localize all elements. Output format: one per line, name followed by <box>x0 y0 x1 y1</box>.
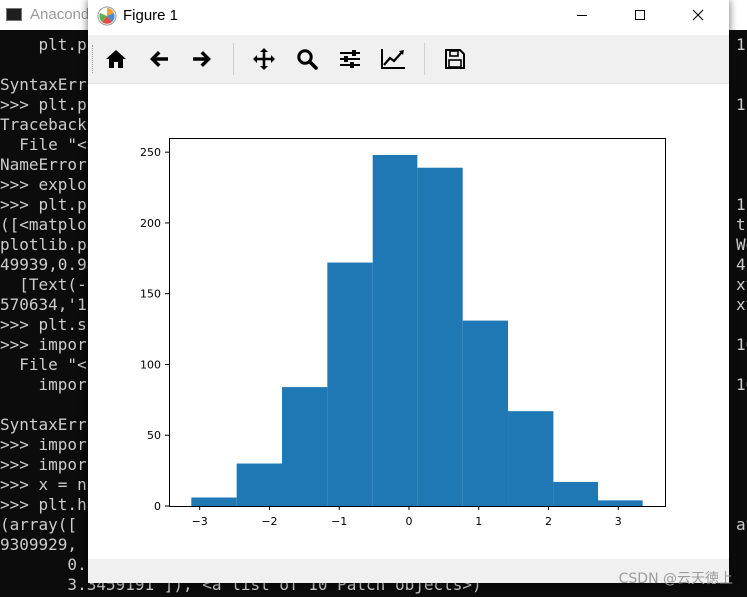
histogram-bar <box>508 411 554 506</box>
x-tick-label: −1 <box>331 515 347 528</box>
console-line: >>> impor <box>0 455 87 474</box>
search-icon <box>297 49 318 70</box>
x-tick-label: −2 <box>261 515 277 528</box>
console-line: >>> plt.p <box>0 95 87 114</box>
figure-titlebar[interactable]: Figure 1 <box>88 0 729 32</box>
console-line: File "< <box>0 355 87 374</box>
save-button[interactable] <box>440 45 470 73</box>
console-line: (array([ <box>0 515 87 534</box>
console-line: impor <box>0 375 87 394</box>
histogram-bar <box>236 463 283 506</box>
figure-canvas[interactable]: −3 −2 −1 0 1 2 3 0 50 100 150 200 250 <box>88 84 729 559</box>
minimize-button[interactable] <box>559 0 605 30</box>
y-tick-label: 250 <box>140 146 161 159</box>
console-line: >>> x = np <box>0 475 97 494</box>
console-line-overflow: tc <box>736 215 747 234</box>
save-icon <box>445 49 465 69</box>
arrow-right-icon <box>193 51 211 67</box>
figure-title: Figure 1 <box>123 7 179 24</box>
back-button[interactable] <box>144 45 174 73</box>
histogram-bar <box>191 497 237 506</box>
console-line-overflow: 1. <box>736 35 747 54</box>
home-icon <box>106 50 126 68</box>
forward-button[interactable] <box>187 45 217 73</box>
maximize-button[interactable] <box>617 0 663 30</box>
zoom-button[interactable] <box>292 45 322 73</box>
pan-button[interactable] <box>249 45 279 73</box>
console-line: SyntaxErro <box>0 415 97 434</box>
x-tick-label: −3 <box>192 515 208 528</box>
sliders-icon <box>340 50 360 68</box>
console-line: >>> impor <box>0 335 87 354</box>
histogram-bar <box>282 387 328 506</box>
console-line: 9309929, - <box>0 535 97 554</box>
x-tick-label: 1 <box>475 515 482 528</box>
console-line: >>> impor <box>0 435 87 454</box>
arrow-left-icon <box>150 51 168 67</box>
histogram-bar <box>553 481 599 506</box>
console-line: >>> plt.hi <box>0 495 97 514</box>
navigation-toolbar <box>88 35 729 84</box>
histogram-chart[interactable]: −3 −2 −1 0 1 2 3 0 50 100 150 200 250 <box>88 84 729 559</box>
edit-axes-button[interactable] <box>378 45 408 73</box>
console-line-overflow: xt <box>736 275 747 294</box>
histogram-bar <box>462 320 509 506</box>
console-line: SyntaxErro <box>0 75 97 94</box>
histogram-bar <box>327 262 373 506</box>
console-line-overflow: ay <box>736 515 747 534</box>
histogram-bar <box>417 167 463 506</box>
histogram-bar <box>598 500 643 506</box>
line-chart-icon <box>381 49 405 69</box>
console-line: [Text(-( <box>0 275 97 294</box>
y-tick-label: 50 <box>147 429 161 442</box>
console-line-overflow: 1 <box>736 195 746 214</box>
toolbar-separator <box>233 43 234 75</box>
home-button[interactable] <box>101 45 131 73</box>
move-icon <box>253 48 275 70</box>
console-app-icon <box>6 8 22 21</box>
configure-subplots-button[interactable] <box>335 45 365 73</box>
console-line: >>> explo <box>0 175 87 194</box>
console-line-overflow: 1 <box>736 95 746 114</box>
x-tick-label: 2 <box>545 515 552 528</box>
console-line: 0. <box>0 555 87 574</box>
close-button[interactable] <box>675 0 721 30</box>
console-line: Traceback <box>0 115 87 134</box>
console-line-overflow: 10 <box>736 375 747 394</box>
y-tick-label: 200 <box>140 217 161 230</box>
console-line: plotlib.pa <box>0 235 97 254</box>
minimize-icon <box>577 15 587 16</box>
console-line: plt.p <box>0 35 87 54</box>
console-line: NameError <box>0 155 87 174</box>
histogram-bar <box>372 154 418 506</box>
console-line: >>> plt.p <box>0 195 87 214</box>
console-line-overflow: 4 <box>736 255 746 274</box>
toolbar-separator <box>424 43 425 75</box>
maximize-icon <box>635 10 645 20</box>
close-icon <box>692 9 704 21</box>
y-tick-label: 150 <box>140 288 161 301</box>
console-line: File "< <box>0 135 87 154</box>
console-line-overflow: We <box>736 235 747 254</box>
desktop: Anaconda plt.p SyntaxErro >>> plt.p Traceba… <box>0 0 747 597</box>
x-tick-label: 0 <box>405 515 412 528</box>
watermark: CSDN @云天徳上 <box>618 571 733 587</box>
y-tick-label: 100 <box>140 358 161 371</box>
console-line-overflow: xt <box>736 295 747 314</box>
console-line: >>> plt.sl <box>0 315 97 334</box>
x-tick-label: 3 <box>615 515 622 528</box>
console-line: 570634,'1( <box>0 295 97 314</box>
y-tick-label: 0 <box>154 500 161 513</box>
toolbar-grip[interactable] <box>92 45 95 73</box>
figure-window: Figure 1 −3 −2 −1 0 1 2 3 0 50 100 150 2… <box>88 0 729 583</box>
console-line: ([<matplo <box>0 215 87 234</box>
matplotlib-logo-icon <box>97 6 117 26</box>
console-line: 49939,0.98 <box>0 255 97 274</box>
console-line-overflow: 10 <box>736 335 747 354</box>
